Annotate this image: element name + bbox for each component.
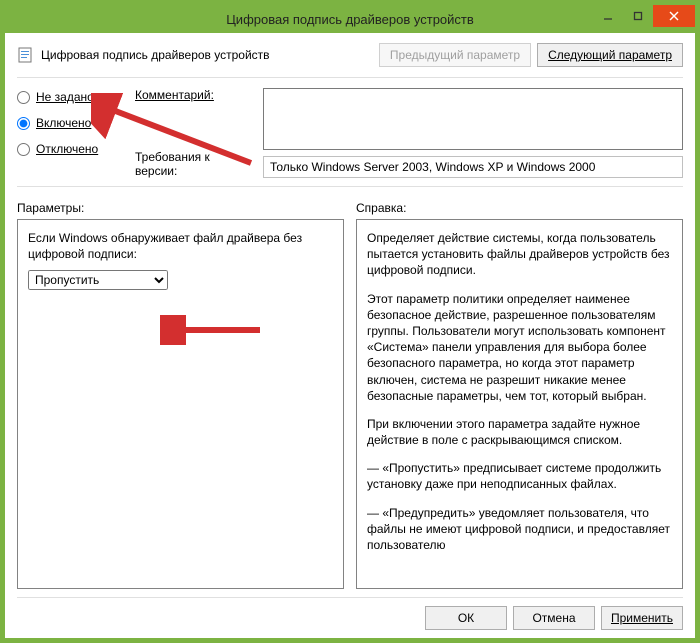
policy-icon bbox=[17, 46, 35, 64]
previous-setting-button[interactable]: Предыдущий параметр bbox=[379, 43, 531, 67]
comment-textarea[interactable] bbox=[263, 88, 683, 150]
separator bbox=[17, 186, 683, 187]
nav-buttons: Предыдущий параметр Следующий параметр bbox=[379, 43, 683, 67]
help-column: Справка: Определяет действие системы, ко… bbox=[356, 201, 683, 589]
param-prompt: Если Windows обнаруживает файл драйвера … bbox=[28, 230, 333, 262]
field-column: Только Windows Server 2003, Windows XP и… bbox=[263, 88, 683, 178]
next-setting-button[interactable]: Следующий параметр bbox=[537, 43, 683, 67]
apply-button[interactable]: Применить bbox=[601, 606, 683, 630]
window-controls bbox=[593, 5, 695, 27]
ok-button[interactable]: ОК bbox=[425, 606, 507, 630]
dialog-header: Цифровая подпись драйверов устройств Пре… bbox=[17, 43, 683, 67]
params-column: Параметры: Если Windows обнаруживает фай… bbox=[17, 201, 344, 589]
maximize-button[interactable] bbox=[623, 5, 653, 27]
radio-not-configured-input[interactable] bbox=[17, 91, 30, 104]
help-p3: При включении этого параметра задайте ну… bbox=[367, 416, 672, 448]
bottom-section: Параметры: Если Windows обнаруживает фай… bbox=[17, 201, 683, 589]
signing-action-select[interactable]: Пропустить bbox=[28, 270, 168, 290]
requirements-label: Требования к версии: bbox=[135, 150, 245, 178]
radio-not-configured[interactable]: Не задано bbox=[17, 90, 117, 104]
dialog-window: Цифровая подпись драйверов устройств bbox=[0, 0, 700, 643]
separator bbox=[17, 77, 683, 78]
dialog-title: Цифровая подпись драйверов устройств bbox=[41, 48, 270, 62]
minimize-button[interactable] bbox=[593, 5, 623, 27]
titlebar[interactable]: Цифровая подпись драйверов устройств bbox=[5, 5, 695, 33]
help-p5: — «Предупредить» уведомляет пользователя… bbox=[367, 505, 672, 554]
help-panel: Определяет действие системы, когда польз… bbox=[356, 219, 683, 589]
help-header: Справка: bbox=[356, 201, 683, 215]
radio-enabled[interactable]: Включено bbox=[17, 116, 117, 130]
radio-enabled-input[interactable] bbox=[17, 117, 30, 130]
requirements-value: Только Windows Server 2003, Windows XP и… bbox=[263, 156, 683, 178]
comment-label: Комментарий: bbox=[135, 88, 245, 102]
label-column: Комментарий: Требования к версии: bbox=[135, 88, 245, 178]
dialog-footer: ОК Отмена Применить bbox=[17, 597, 683, 630]
radio-disabled-input[interactable] bbox=[17, 143, 30, 156]
params-panel: Если Windows обнаруживает файл драйвера … bbox=[17, 219, 344, 589]
params-header: Параметры: bbox=[17, 201, 344, 215]
top-section: Не задано Включено Отключено Комментарий… bbox=[17, 88, 683, 178]
window-title: Цифровая подпись драйверов устройств bbox=[5, 12, 695, 27]
help-p2: Этот параметр политики определяет наимен… bbox=[367, 291, 672, 404]
cancel-button[interactable]: Отмена bbox=[513, 606, 595, 630]
help-p4: — «Пропустить» предписывает системе прод… bbox=[367, 460, 672, 492]
close-button[interactable] bbox=[653, 5, 695, 27]
radio-disabled[interactable]: Отключено bbox=[17, 142, 117, 156]
state-radio-group: Не задано Включено Отключено bbox=[17, 88, 117, 178]
dialog-content: Цифровая подпись драйверов устройств Пре… bbox=[5, 33, 695, 638]
help-p1: Определяет действие системы, когда польз… bbox=[367, 230, 672, 279]
